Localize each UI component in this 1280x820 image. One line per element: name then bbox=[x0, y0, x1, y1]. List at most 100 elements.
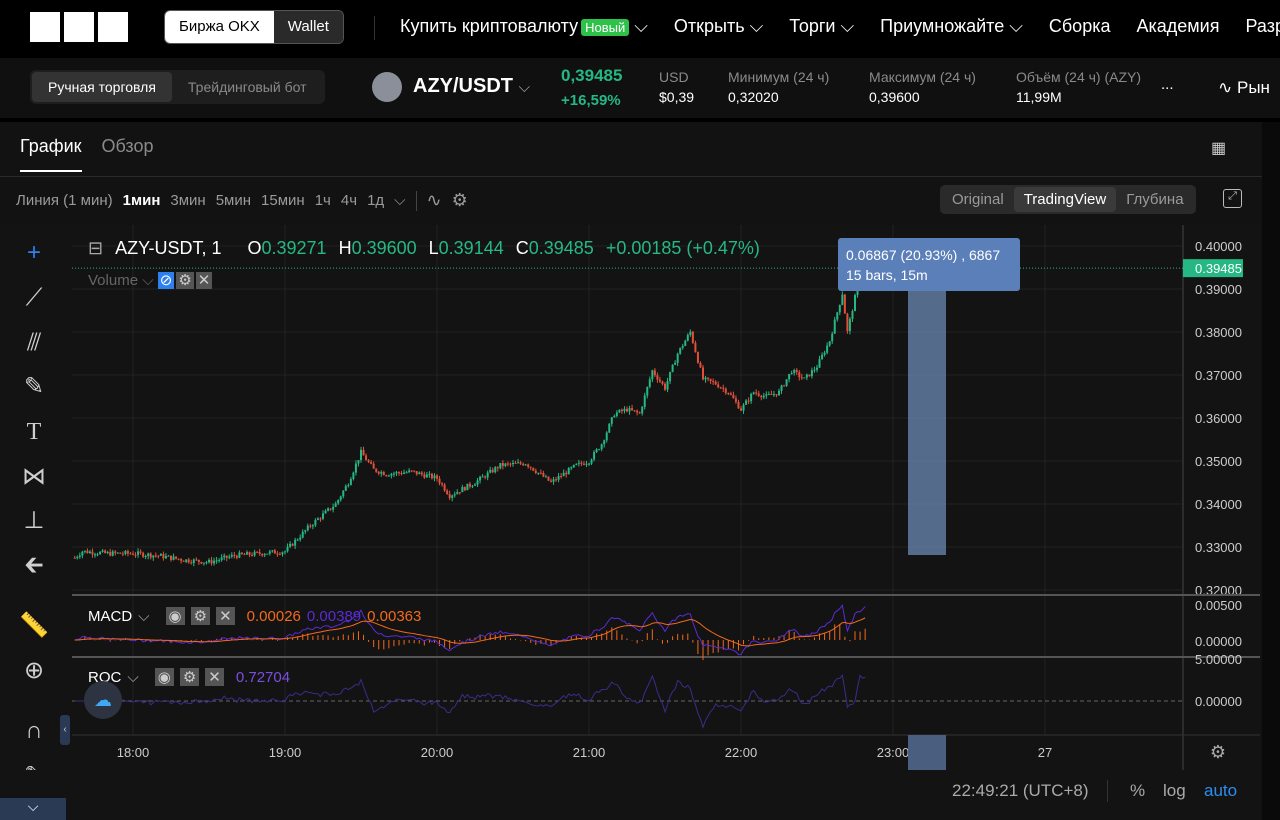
menu-buy-crypto[interactable]: Купить криптовалюту Новый ⌵ bbox=[400, 16, 648, 37]
candle-up bbox=[785, 379, 788, 386]
chevron-down-icon[interactable]: ⌵ bbox=[0, 798, 66, 820]
candle-up bbox=[453, 494, 456, 496]
candle-down bbox=[702, 367, 704, 380]
candle-down bbox=[519, 462, 522, 464]
chevron-down-icon[interactable]: ⌵ bbox=[127, 669, 138, 686]
ruler-icon[interactable]: 📏 bbox=[18, 610, 50, 642]
candle-up bbox=[684, 340, 687, 346]
menu-earn[interactable]: Приумножайте ⌵ bbox=[880, 16, 1023, 37]
tf-1m[interactable]: 1мин bbox=[123, 192, 161, 209]
tf-5m[interactable]: 5мин bbox=[216, 192, 251, 209]
fullscreen-icon[interactable]: ⤢ bbox=[1223, 189, 1242, 208]
menu-open[interactable]: Открыть ⌵ bbox=[674, 16, 763, 37]
exchange-tab[interactable]: Биржа OKX bbox=[165, 11, 274, 43]
text-tool-icon[interactable]: T bbox=[18, 416, 50, 448]
candle-down bbox=[656, 375, 659, 380]
zoom-in-icon[interactable]: ⊕ bbox=[18, 655, 50, 687]
settings-icon[interactable]: ⚙ bbox=[176, 272, 194, 289]
candle-up bbox=[185, 559, 188, 562]
menu-label: Торги bbox=[789, 16, 836, 36]
lock-pencil-icon[interactable]: ✎ bbox=[18, 760, 50, 770]
candle-down bbox=[443, 484, 446, 491]
candle-down bbox=[760, 395, 763, 398]
candle-down bbox=[104, 550, 107, 553]
tf-1h[interactable]: 1ч bbox=[315, 192, 331, 209]
tradingview-chart[interactable]: 0.40000 0.39000 0.38000 0.37000 0.36000 0.350… bbox=[0, 225, 1260, 770]
chevron-down-icon[interactable]: ⌵ bbox=[138, 608, 149, 625]
time-tick: 23:00 bbox=[877, 745, 910, 760]
manual-trading-tab[interactable]: Ручная торговля bbox=[32, 72, 172, 102]
candle-down bbox=[798, 372, 801, 378]
candle-down bbox=[534, 470, 537, 473]
candle-up bbox=[202, 562, 205, 564]
chart-canvas[interactable]: 0.40000 0.39000 0.38000 0.37000 0.36000 0.350… bbox=[0, 225, 1260, 770]
indicators-icon[interactable]: ∿ bbox=[427, 190, 442, 211]
candle-up bbox=[838, 304, 841, 313]
okx-logo[interactable] bbox=[30, 12, 128, 42]
grid-layout-icon[interactable]: ▦ bbox=[1211, 138, 1226, 158]
tab-chart[interactable]: График bbox=[20, 136, 82, 172]
settings-icon[interactable]: ⚙ bbox=[190, 607, 211, 625]
trendline-icon[interactable]: ⟋ bbox=[18, 282, 50, 314]
candle-down bbox=[496, 467, 499, 469]
candle-up bbox=[167, 555, 170, 557]
candle-up bbox=[152, 555, 155, 558]
trading-bot-tab[interactable]: Трейдинговый бот bbox=[172, 72, 323, 102]
candle-up bbox=[615, 412, 618, 416]
view-original[interactable]: Original bbox=[942, 187, 1014, 212]
hide-icon[interactable]: ⊘ bbox=[157, 272, 175, 289]
time-tick: 21:00 bbox=[573, 745, 606, 760]
candle-up bbox=[681, 345, 684, 348]
pair-selector[interactable]: AZY/USDT ⌵ bbox=[413, 75, 530, 98]
legend-collapse-icon[interactable]: ⊟ bbox=[88, 238, 103, 259]
tf-1d[interactable]: 1д bbox=[367, 192, 384, 209]
close-icon[interactable]: ✕ bbox=[216, 607, 235, 625]
eye-icon[interactable]: ◉ bbox=[154, 668, 174, 686]
menu-academy[interactable]: Академия bbox=[1137, 16, 1220, 37]
close-icon[interactable]: ✕ bbox=[195, 272, 213, 289]
crosshair-icon[interactable]: + bbox=[18, 237, 50, 269]
magnet-icon[interactable]: ∩ bbox=[18, 715, 50, 747]
tab-overview[interactable]: Обзор bbox=[102, 136, 154, 172]
ohlc-legend: ⊟ AZY-USDT, 1 O0.39271 H0.39600 L0.39144… bbox=[88, 238, 760, 259]
tf-3m[interactable]: 3мин bbox=[170, 192, 205, 209]
market-button[interactable]: ∿ Рын bbox=[1218, 78, 1270, 98]
menu-trade[interactable]: Торги ⌵ bbox=[789, 16, 854, 37]
tradingview-logo-icon[interactable]: ☁ bbox=[84, 681, 122, 719]
candle-up bbox=[311, 525, 314, 527]
fib-icon[interactable]: ⫻ bbox=[18, 327, 50, 359]
log-toggle[interactable]: log bbox=[1163, 781, 1186, 801]
chevron-down-icon[interactable]: ⌵ bbox=[394, 192, 405, 209]
tf-15m[interactable]: 15мин bbox=[261, 192, 305, 209]
candle-down bbox=[783, 385, 786, 387]
auto-toggle[interactable]: auto bbox=[1204, 781, 1237, 801]
candle-up bbox=[111, 551, 114, 556]
more-button[interactable]: ... bbox=[1161, 76, 1174, 93]
eye-icon[interactable]: ◉ bbox=[165, 607, 185, 625]
measure-range-icon[interactable]: ⊥ bbox=[18, 505, 50, 537]
settings-icon[interactable]: ⚙ bbox=[179, 668, 200, 686]
view-depth[interactable]: Глубина bbox=[1116, 187, 1193, 212]
candle-down bbox=[126, 551, 129, 554]
view-tradingview[interactable]: TradingView bbox=[1013, 187, 1117, 212]
menu-dev[interactable]: Разр bbox=[1245, 16, 1280, 37]
wallet-tab[interactable]: Wallet bbox=[273, 11, 343, 43]
tf-4h[interactable]: 4ч bbox=[341, 192, 357, 209]
volume-label: Volume bbox=[88, 272, 139, 289]
menu-build[interactable]: Сборка bbox=[1049, 16, 1111, 37]
settings-icon[interactable]: ⚙ bbox=[452, 190, 468, 211]
price-tick: 0.39000 bbox=[1195, 282, 1242, 297]
pattern-icon[interactable]: ⋈ bbox=[18, 461, 50, 493]
brush-icon[interactable]: ✎ bbox=[18, 371, 50, 403]
candle-down bbox=[309, 525, 312, 527]
line-mode-button[interactable]: Линия (1 мин) bbox=[16, 192, 113, 209]
candle-up bbox=[646, 386, 649, 396]
back-arrow-icon[interactable]: 🡰 bbox=[18, 550, 50, 582]
percent-toggle[interactable]: % bbox=[1130, 781, 1145, 801]
candle-up bbox=[524, 464, 527, 466]
candle-up bbox=[562, 472, 565, 477]
close-icon[interactable]: ✕ bbox=[205, 668, 224, 686]
candle-up bbox=[281, 552, 284, 555]
candle-up bbox=[598, 449, 601, 451]
collapse-toolbar-button[interactable]: ‹ bbox=[60, 715, 70, 745]
